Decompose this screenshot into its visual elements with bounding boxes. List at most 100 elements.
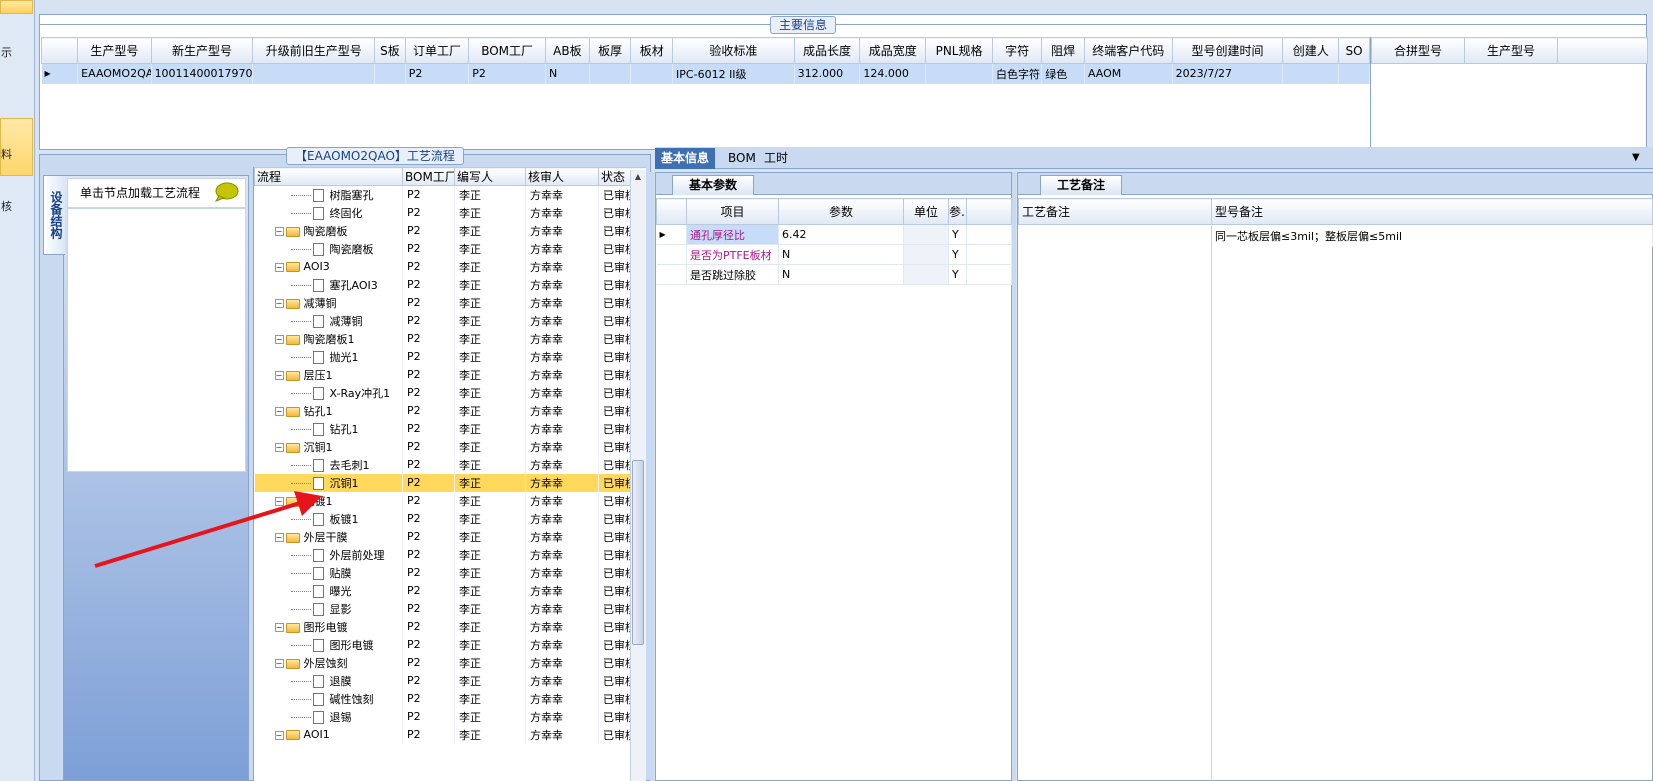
tree-node[interactable]: 曝光	[254, 581, 403, 600]
tree-node[interactable]: − 层压1	[254, 365, 403, 384]
table-row[interactable]: − 陶瓷磨板1 P2 李正 方幸幸 已审核	[254, 329, 646, 348]
table-cell[interactable]: 方幸幸	[525, 203, 599, 222]
scroll-thumb[interactable]	[632, 460, 644, 645]
table-row[interactable]: 去毛刺1 P2 李正 方幸幸 已审核	[254, 455, 646, 474]
node-list[interactable]	[67, 208, 246, 472]
collapse-icon[interactable]: −	[274, 730, 284, 740]
table-cell[interactable]: 李正	[454, 563, 526, 582]
table-cell[interactable]: 方幸幸	[525, 491, 599, 510]
param-item[interactable]: 是否为PTFE板材	[686, 244, 779, 265]
table-cell[interactable]: 方幸幸	[525, 545, 599, 564]
table-cell[interactable]: 方幸幸	[525, 455, 599, 474]
column-header[interactable]: PNL规格	[925, 37, 993, 64]
splitter-left[interactable]	[650, 172, 654, 781]
table-cell[interactable]: 方幸幸	[525, 221, 599, 240]
table-row[interactable]: − 钻孔1 P2 李正 方幸幸 已审核	[254, 401, 646, 420]
table-cell[interactable]: 李正	[454, 329, 526, 348]
table-cell[interactable]: 方幸幸	[525, 473, 599, 492]
column-header[interactable]: 板厚	[588, 37, 632, 64]
tree-node[interactable]: 塞孔AOI3	[254, 275, 403, 294]
column-header[interactable]: BOM工厂	[402, 167, 455, 186]
column-header[interactable]: 生产型号	[77, 37, 152, 64]
table-row[interactable]: − 陶瓷磨板 P2 李正 方幸幸 已审核	[254, 221, 646, 240]
column-header[interactable]: 型号创建时间	[1171, 37, 1284, 64]
table-cell[interactable]: 方幸幸	[525, 293, 599, 312]
splitter-right[interactable]	[1012, 172, 1016, 781]
table-row[interactable]: 外层前处理 P2 李正 方幸幸 已审核	[254, 545, 646, 564]
table-row[interactable]: 板镀1 P2 李正 方幸幸 已审核	[254, 509, 646, 528]
table-cell[interactable]: P2	[405, 63, 470, 84]
table-row[interactable]: 是否跳过除胶 N Y	[656, 264, 1012, 285]
table-cell[interactable]: 方幸幸	[525, 437, 599, 456]
param-unit[interactable]	[903, 244, 949, 265]
table-cell[interactable]: 方幸幸	[525, 365, 599, 384]
table-cell[interactable]: P2	[402, 221, 455, 240]
tree-node[interactable]: X-Ray冲孔1	[254, 383, 403, 402]
table-cell[interactable]: P2	[402, 455, 455, 474]
tree-node[interactable]: 终固化	[254, 203, 403, 222]
collapse-icon[interactable]: −	[274, 227, 284, 236]
param-unit[interactable]	[903, 264, 949, 285]
column-header[interactable]: BOM工厂	[468, 37, 546, 64]
column-header[interactable]: 编写人	[454, 167, 526, 186]
column-header[interactable]: 升级前旧生产型号	[252, 37, 376, 64]
table-cell[interactable]: P2	[402, 617, 455, 636]
table-cell[interactable]	[630, 63, 674, 84]
table-cell[interactable]: 李正	[454, 689, 526, 708]
equipment-structure-tab[interactable]: 设备结构	[43, 175, 65, 255]
table-cell[interactable]: 方幸幸	[525, 617, 599, 636]
tree-node[interactable]: 沉铜1	[254, 473, 403, 492]
param-item[interactable]: 是否跳过除胶	[686, 264, 779, 285]
table-cell[interactable]: 李正	[454, 671, 526, 690]
column-header[interactable]: AB板	[544, 37, 590, 64]
table-cell[interactable]: 李正	[454, 257, 526, 276]
column-header[interactable]: 参数	[778, 198, 904, 225]
column-header[interactable]: 工艺备注	[1018, 198, 1212, 225]
table-cell[interactable]: 李正	[454, 311, 526, 330]
table-row[interactable]: 终固化 P2 李正 方幸幸 已审核	[254, 203, 646, 222]
table-row[interactable]: 同一芯板层偏≤3mil；整板层偏≤5mil	[1018, 224, 1653, 247]
collapse-icon[interactable]: −	[274, 262, 284, 272]
table-row[interactable]: X-Ray冲孔1 P2 李正 方幸幸 已审核	[254, 383, 646, 402]
table-cell[interactable]: 李正	[454, 545, 526, 564]
process-note-cell[interactable]	[1018, 224, 1212, 247]
table-cell[interactable]: 方幸幸	[525, 689, 599, 708]
column-header[interactable]: 流程	[254, 167, 403, 186]
column-header[interactable]: 新生产型号	[150, 37, 254, 64]
tab-bom[interactable]: BOM	[722, 148, 762, 169]
param-value[interactable]: N	[778, 264, 904, 285]
table-cell[interactable]: 方幸幸	[525, 275, 599, 294]
table-cell[interactable]: P2	[402, 473, 455, 492]
table-cell[interactable]: 李正	[454, 347, 526, 366]
column-header[interactable]: 验收标准	[672, 37, 795, 64]
collapse-icon[interactable]: −	[274, 533, 284, 542]
column-header[interactable]: SO	[1338, 37, 1370, 64]
tree-node[interactable]: 显影	[254, 599, 403, 618]
collapse-icon[interactable]: −	[274, 335, 284, 344]
table-cell[interactable]: N	[545, 63, 590, 84]
table-cell[interactable]: 李正	[454, 599, 526, 618]
collapse-icon[interactable]: −	[274, 371, 284, 380]
table-cell[interactable]: AAOM	[1084, 63, 1173, 84]
tree-node[interactable]: − 电镀1	[254, 491, 403, 510]
table-cell[interactable]: 方幸幸	[525, 707, 599, 726]
column-header[interactable]: 单位	[903, 198, 949, 225]
table-cell[interactable]: P2	[402, 419, 455, 438]
table-row[interactable]: 钻孔1 P2 李正 方幸幸 已审核	[254, 419, 646, 438]
tree-node[interactable]: 退膜	[254, 671, 403, 690]
table-cell[interactable]: 李正	[454, 617, 526, 636]
table-cell[interactable]: 李正	[454, 203, 526, 222]
table-cell[interactable]: 312.000	[794, 63, 861, 84]
table-cell[interactable]: 李正	[454, 635, 526, 654]
table-cell[interactable]: 方幸幸	[525, 599, 599, 618]
table-cell[interactable]: 方幸幸	[525, 185, 599, 204]
tab-process-notes[interactable]: 工艺备注	[1040, 175, 1123, 195]
collapse-icon[interactable]: −	[274, 443, 284, 452]
table-cell[interactable]: 方幸幸	[525, 563, 599, 582]
tree-node[interactable]: 退锡	[254, 707, 403, 726]
tree-node[interactable]: 抛光1	[254, 347, 403, 366]
table-cell[interactable]: P2	[402, 509, 455, 528]
table-cell[interactable]: 方幸幸	[525, 347, 599, 366]
table-cell[interactable]: P2	[402, 725, 455, 744]
table-row[interactable]: − 减薄铜 P2 李正 方幸幸 已审核	[254, 293, 646, 312]
